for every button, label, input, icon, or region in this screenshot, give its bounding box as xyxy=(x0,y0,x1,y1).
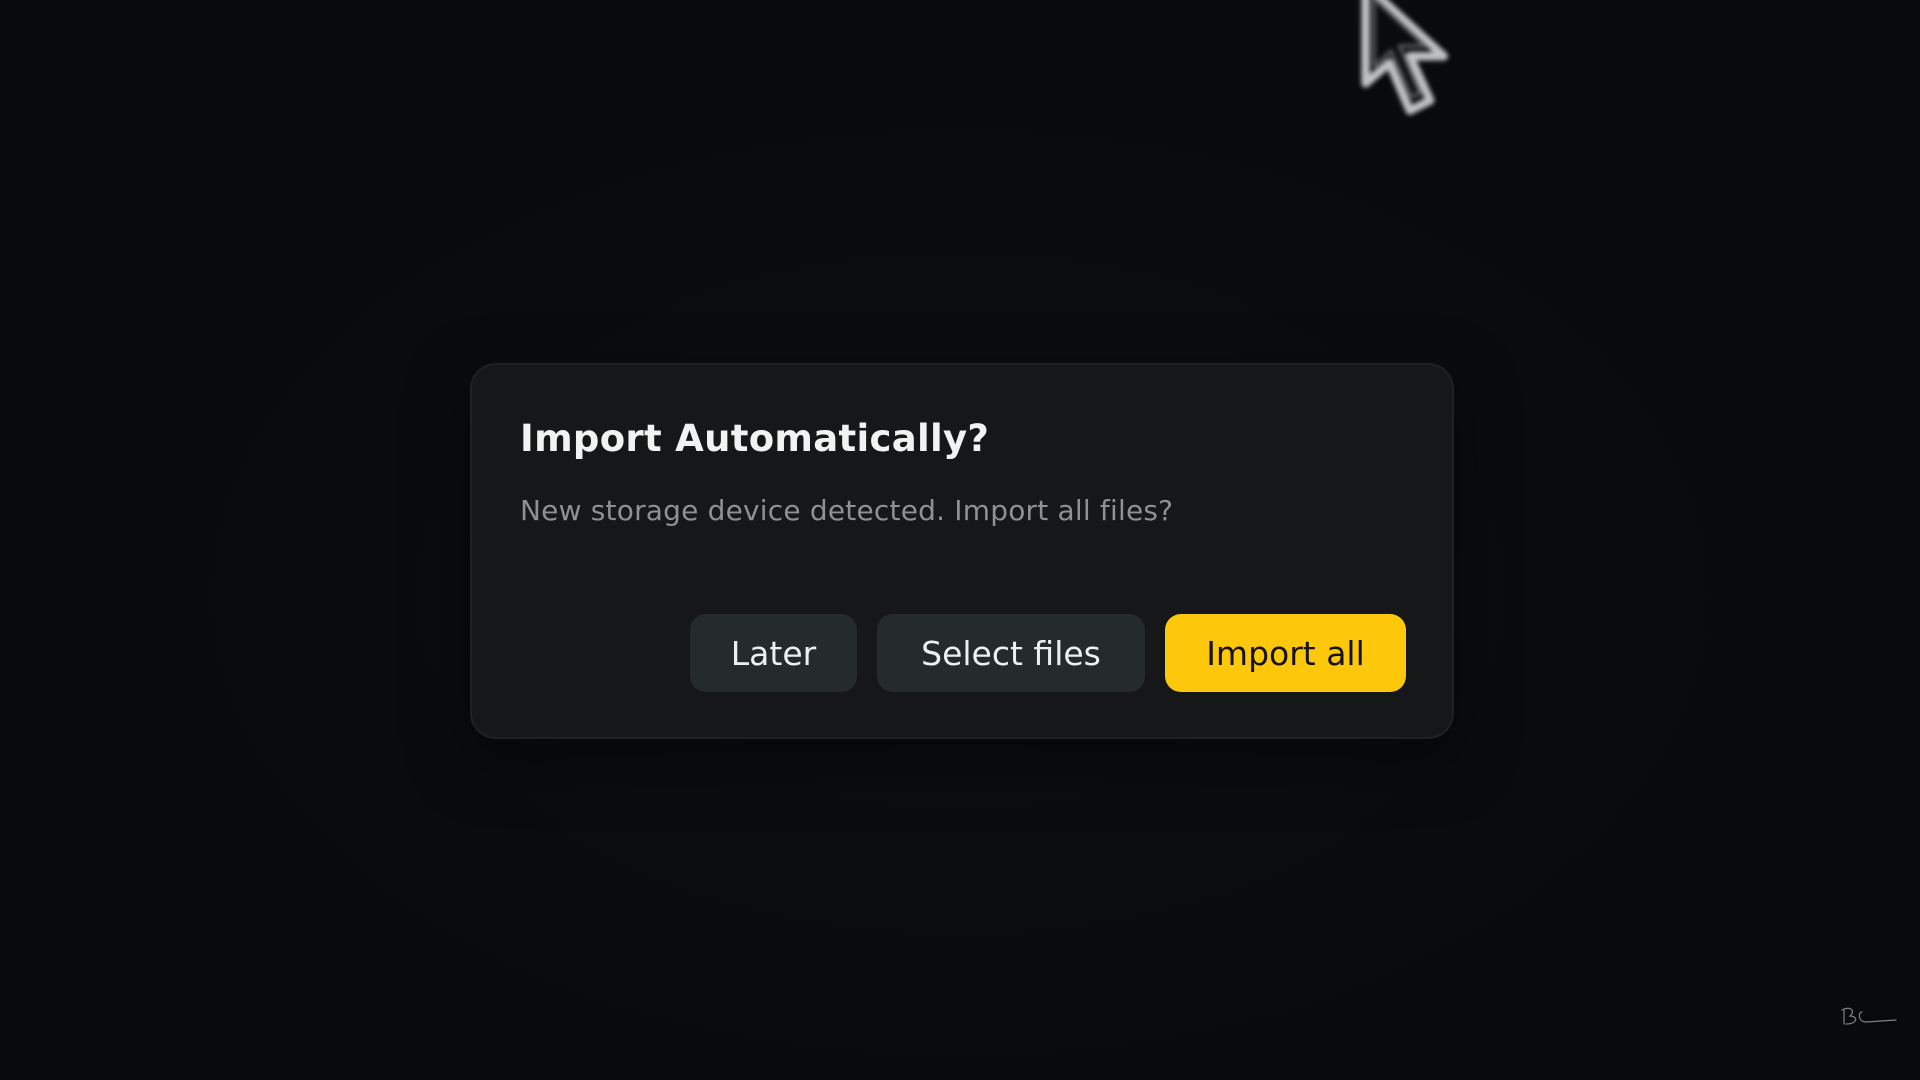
dialog-title: Import Automatically? xyxy=(520,417,990,460)
signature-logo xyxy=(1841,1007,1897,1025)
pointer-cursor-icon xyxy=(1361,0,1449,115)
select-files-button[interactable]: Select files xyxy=(877,614,1145,692)
import-dialog: Import Automatically? New storage device… xyxy=(470,363,1454,739)
dialog-message: New storage device detected. Import all … xyxy=(520,494,1174,527)
screen: Import Automatically? New storage device… xyxy=(0,0,1920,1080)
import-all-button[interactable]: Import all xyxy=(1165,614,1406,692)
dialog-actions: Later Select files Import all xyxy=(690,614,1406,692)
later-button[interactable]: Later xyxy=(690,614,857,692)
